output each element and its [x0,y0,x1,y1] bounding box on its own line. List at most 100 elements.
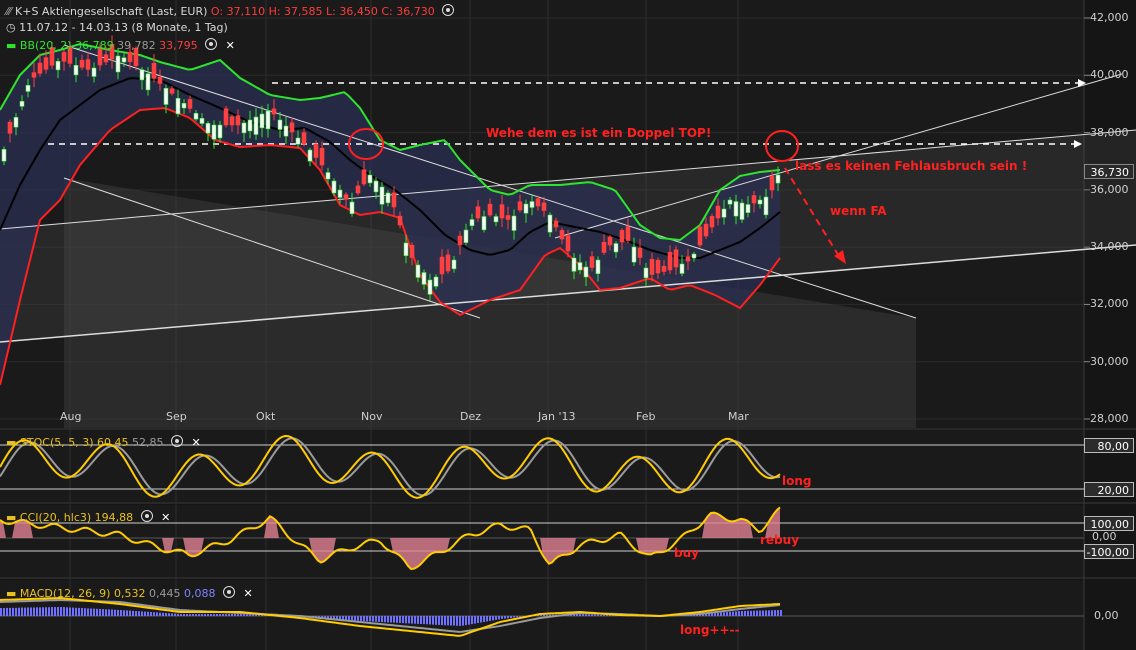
macd-bar [150,612,152,616]
macd-bar [183,614,185,616]
stoch-val2: 52,85 [132,436,164,449]
macd-bar [153,612,155,616]
candle-body [463,229,469,243]
candle-body [373,180,379,193]
macd-bar [21,607,23,616]
candle-body [679,263,685,274]
close-icon[interactable]: ✕ [161,511,170,524]
candle-body [601,241,607,253]
settings-icon[interactable] [222,586,235,598]
macd-bar [108,609,110,616]
close-icon[interactable]: ✕ [226,39,235,52]
macd-bar [375,616,377,622]
macd-bar [225,614,227,616]
candle-body [415,264,421,278]
settings-icon[interactable] [140,510,153,522]
macd-bar [195,614,197,616]
macd-bar [249,614,251,617]
settings-icon[interactable] [171,435,184,447]
candle-body [529,201,535,208]
candle-body [439,256,445,275]
macd-bar [93,608,95,616]
candle-body [403,242,409,256]
candle-body [91,67,97,77]
macd-bar [66,607,68,616]
annotation-if-fa: wenn FA [830,204,887,218]
candle-body [271,108,277,115]
candle-body [85,59,91,70]
macd-bar [723,612,725,616]
macd-bar [543,614,545,616]
month-tick-label: Jan '13 [538,410,576,423]
month-tick-label: Sep [166,410,187,423]
bb-mid-value: 36,789 [75,39,114,52]
macd-bar [402,616,404,624]
macd-bar [141,611,143,616]
settings-icon[interactable] [442,4,455,16]
macd-bar [162,612,164,616]
macd-bar [540,615,542,616]
candle-body [1,149,7,162]
month-tick-label: Feb [636,410,656,423]
candle-body [19,101,25,107]
cci-value: 194,88 [94,511,134,524]
macd-bar [240,614,242,616]
macd-bar [603,614,605,616]
macd-bar [99,609,101,617]
candle-body [55,60,61,71]
candle-body [607,236,613,246]
macd-bar [36,607,38,616]
macd-bar [111,609,113,616]
month-tick-label: Mar [728,410,749,423]
macd-bar [33,607,35,617]
candle-body [769,175,775,191]
candle-body [355,185,361,194]
candle-body [637,247,643,258]
chart-icon: ⁄⁄⁄ [6,5,12,18]
macd-bar [594,614,596,616]
macd-bar [444,616,446,626]
candle-body [169,88,175,94]
settings-icon[interactable] [205,38,218,50]
candle-body [397,215,403,226]
chart-title-row: ⁄⁄⁄ K+S Aktiengesellschaft (Last, EUR) O… [6,4,455,18]
close-icon[interactable]: ✕ [192,436,201,449]
candle-body [727,199,733,205]
close-icon[interactable]: ✕ [243,587,252,600]
candle-body [715,205,721,219]
candle-body [163,88,169,105]
candle-body [559,230,565,240]
macd-bar [585,614,587,616]
macd-bar [372,616,374,622]
macd-bar [210,614,212,616]
bb-color-icon: ▬ [6,39,17,52]
macd-bar [18,607,20,616]
candle-body [475,206,481,219]
candle-body [445,254,451,272]
month-tick-label: Dez [460,410,482,423]
macd-bar [57,607,59,616]
macd-bar [135,611,137,616]
macd-bar [486,616,488,622]
macd-bar [351,616,353,621]
candle-body [643,267,649,279]
macd-bar [78,607,80,616]
candle-body [481,216,487,231]
macd-bar [51,607,53,616]
macd-bar [762,610,764,617]
macd-bar [456,616,458,626]
candle-body [421,272,427,285]
candle-body [409,245,415,258]
macd-bar [201,614,203,616]
macd-bar [117,609,119,616]
macd-bar [180,614,182,616]
macd-bar [348,616,350,621]
macd-bar [171,613,173,616]
date-range: 11.07.12 - 14.03.13 (8 Monate, 1 Tag) [19,21,228,34]
macd-bar [471,616,473,625]
candle-body [553,220,559,228]
annotation-double-top: Wehe dem es ist ein Doppel TOP! [486,126,712,140]
candle-body [115,55,121,73]
macd-bar [81,608,83,616]
macd-bar [780,610,782,616]
